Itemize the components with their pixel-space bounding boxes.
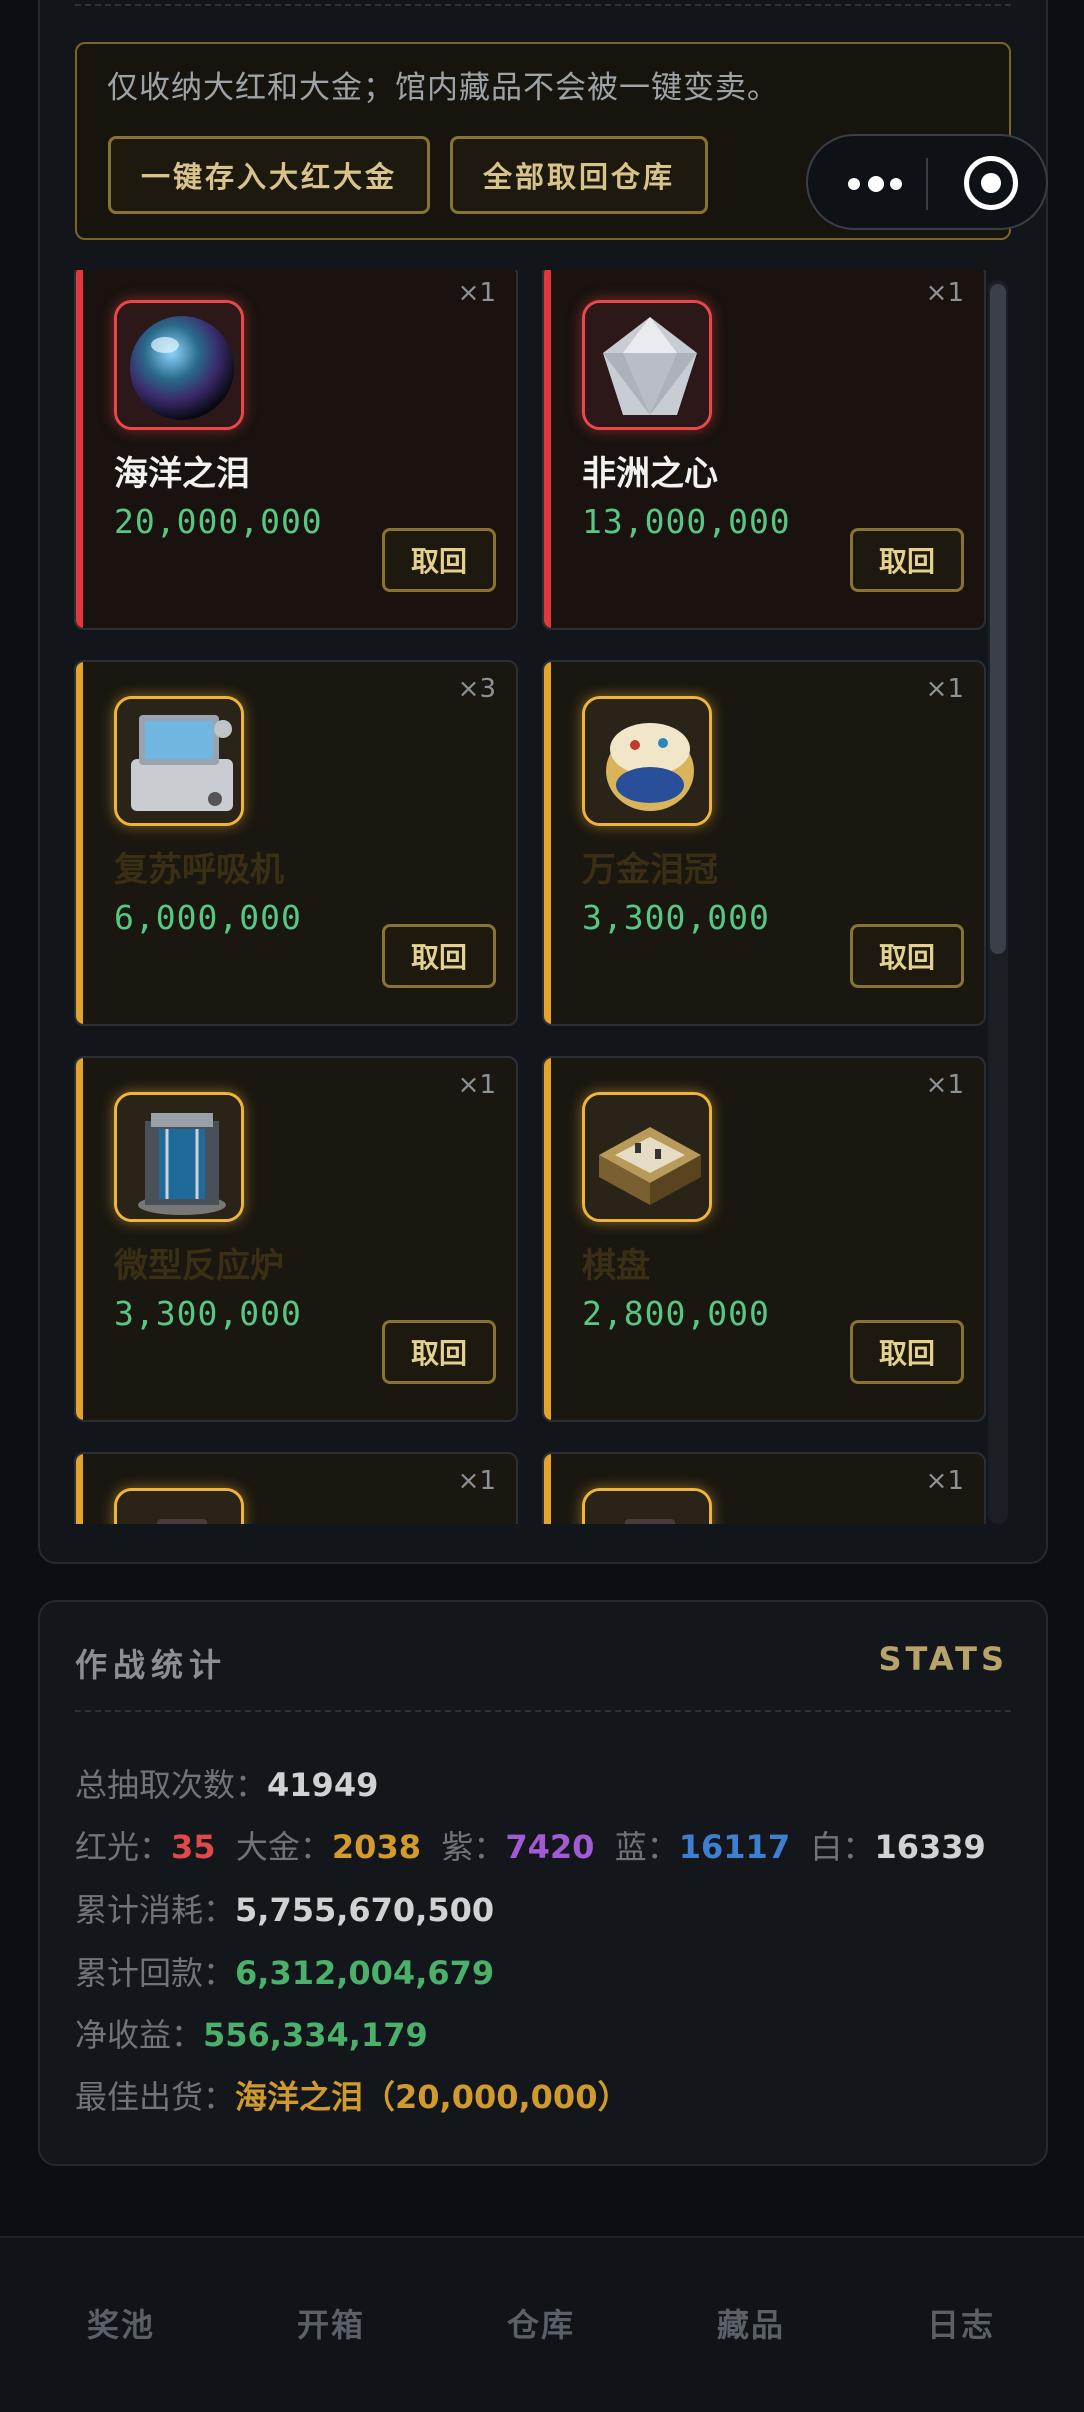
item-value: 3,300,000 bbox=[582, 898, 770, 937]
store-red-gold-button[interactable]: 一键存入大红大金 bbox=[108, 136, 430, 214]
nav-collection[interactable]: 藏品 bbox=[646, 2300, 856, 2346]
item-name: 非洲之心 bbox=[582, 454, 718, 494]
item-quantity: ×1 bbox=[925, 674, 964, 704]
item-value: 13,000,000 bbox=[582, 502, 791, 541]
rarity-stripe bbox=[76, 1058, 83, 1420]
item-quantity: ×1 bbox=[457, 278, 496, 308]
item-quantity: ×1 bbox=[457, 1466, 496, 1496]
more-menu-icon[interactable] bbox=[844, 166, 904, 202]
item-value: 20,000,000 bbox=[114, 502, 323, 541]
stat-best: 最佳出货：海洋之泪（20,000,000） bbox=[75, 2078, 630, 2116]
stat-rarity-counts: 红光：35 大金：2038 紫：7420 蓝：16117 白：16339 bbox=[75, 1828, 986, 1866]
notice-text: 仅收纳大红和大金；馆内藏品不会被一键变卖。 bbox=[107, 70, 779, 106]
item-name: 棋盘 bbox=[582, 1246, 650, 1286]
rarity-stripe bbox=[76, 662, 83, 1024]
collection-grid: ×1 海洋之泪 20,000,000 取回 ×1 非洲之心 13,000,000 取回 ×3 复苏… bbox=[60, 270, 990, 1524]
rarity-stripe bbox=[544, 662, 551, 1024]
stats-title-en: STATS bbox=[878, 1640, 1008, 1678]
item-name: 微型反应炉 bbox=[114, 1246, 284, 1286]
item-value: 3,300,000 bbox=[114, 1294, 302, 1333]
collection-card: ×1 bbox=[74, 1452, 518, 1524]
stats-title: 作战统计 bbox=[75, 1646, 228, 1684]
stat-total-draws: 总抽取次数：41949 bbox=[75, 1766, 379, 1804]
rarity-stripe bbox=[544, 1454, 551, 1524]
scrollbar-thumb[interactable] bbox=[990, 284, 1006, 954]
rarity-stripe bbox=[544, 270, 551, 628]
collection-card: ×1 海洋之泪 20,000,000 取回 bbox=[74, 270, 518, 630]
collection-card: ×1 bbox=[542, 1452, 986, 1524]
retrieve-button[interactable]: 取回 bbox=[382, 528, 496, 592]
close-target-icon[interactable] bbox=[964, 156, 1018, 210]
collection-card: ×1 棋盘 2,800,000 取回 bbox=[542, 1056, 986, 1422]
item-quantity: ×1 bbox=[925, 1466, 964, 1496]
collection-card: ×1 微型反应炉 3,300,000 取回 bbox=[74, 1056, 518, 1422]
retrieve-button[interactable]: 取回 bbox=[382, 924, 496, 988]
ventilator-icon bbox=[114, 696, 244, 826]
stat-cost: 累计消耗：5,755,670,500 bbox=[75, 1891, 495, 1929]
nav-open-box[interactable]: 开箱 bbox=[226, 2300, 436, 2346]
item-name: 万金泪冠 bbox=[582, 850, 718, 890]
item-name: 海洋之泪 bbox=[114, 454, 250, 494]
capsule-divider bbox=[926, 158, 928, 210]
item-quantity: ×1 bbox=[925, 278, 964, 308]
mini-program-capsule bbox=[806, 134, 1048, 230]
case-icon bbox=[114, 1488, 244, 1524]
reactor-icon bbox=[114, 1092, 244, 1222]
nav-warehouse[interactable]: 仓库 bbox=[436, 2300, 646, 2346]
stat-return: 累计回款：6,312,004,679 bbox=[75, 1954, 495, 1992]
rarity-stripe bbox=[76, 1454, 83, 1524]
pearl-icon bbox=[114, 300, 244, 430]
collection-card: ×1 非洲之心 13,000,000 取回 bbox=[542, 270, 986, 630]
item-quantity: ×1 bbox=[457, 1070, 496, 1100]
nav-log[interactable]: 日志 bbox=[856, 2300, 1066, 2346]
stat-net: 净收益：556,334,179 bbox=[75, 2016, 428, 2054]
retrieve-button[interactable]: 取回 bbox=[850, 924, 964, 988]
item-name: 复苏呼吸机 bbox=[114, 850, 284, 890]
retrieve-button[interactable]: 取回 bbox=[382, 1320, 496, 1384]
retrieve-button[interactable]: 取回 bbox=[850, 1320, 964, 1384]
collection-card: ×1 万金泪冠 3,300,000 取回 bbox=[542, 660, 986, 1026]
collection-card: ×3 复苏呼吸机 6,000,000 取回 bbox=[74, 660, 518, 1026]
rarity-stripe bbox=[76, 270, 83, 628]
nav-pool[interactable]: 奖池 bbox=[16, 2300, 226, 2346]
item-quantity: ×1 bbox=[925, 1070, 964, 1100]
retrieve-button[interactable]: 取回 bbox=[850, 528, 964, 592]
stats-divider bbox=[75, 1710, 1011, 1712]
divider bbox=[75, 4, 1011, 6]
item-value: 2,800,000 bbox=[582, 1294, 770, 1333]
retrieve-all-button[interactable]: 全部取回仓库 bbox=[450, 136, 708, 214]
diamond-icon bbox=[582, 300, 712, 430]
case-icon bbox=[582, 1488, 712, 1524]
item-value: 6,000,000 bbox=[114, 898, 302, 937]
jewel-egg-icon bbox=[582, 696, 712, 826]
rarity-stripe bbox=[544, 1058, 551, 1420]
item-quantity: ×3 bbox=[457, 674, 496, 704]
chessboard-icon bbox=[582, 1092, 712, 1222]
